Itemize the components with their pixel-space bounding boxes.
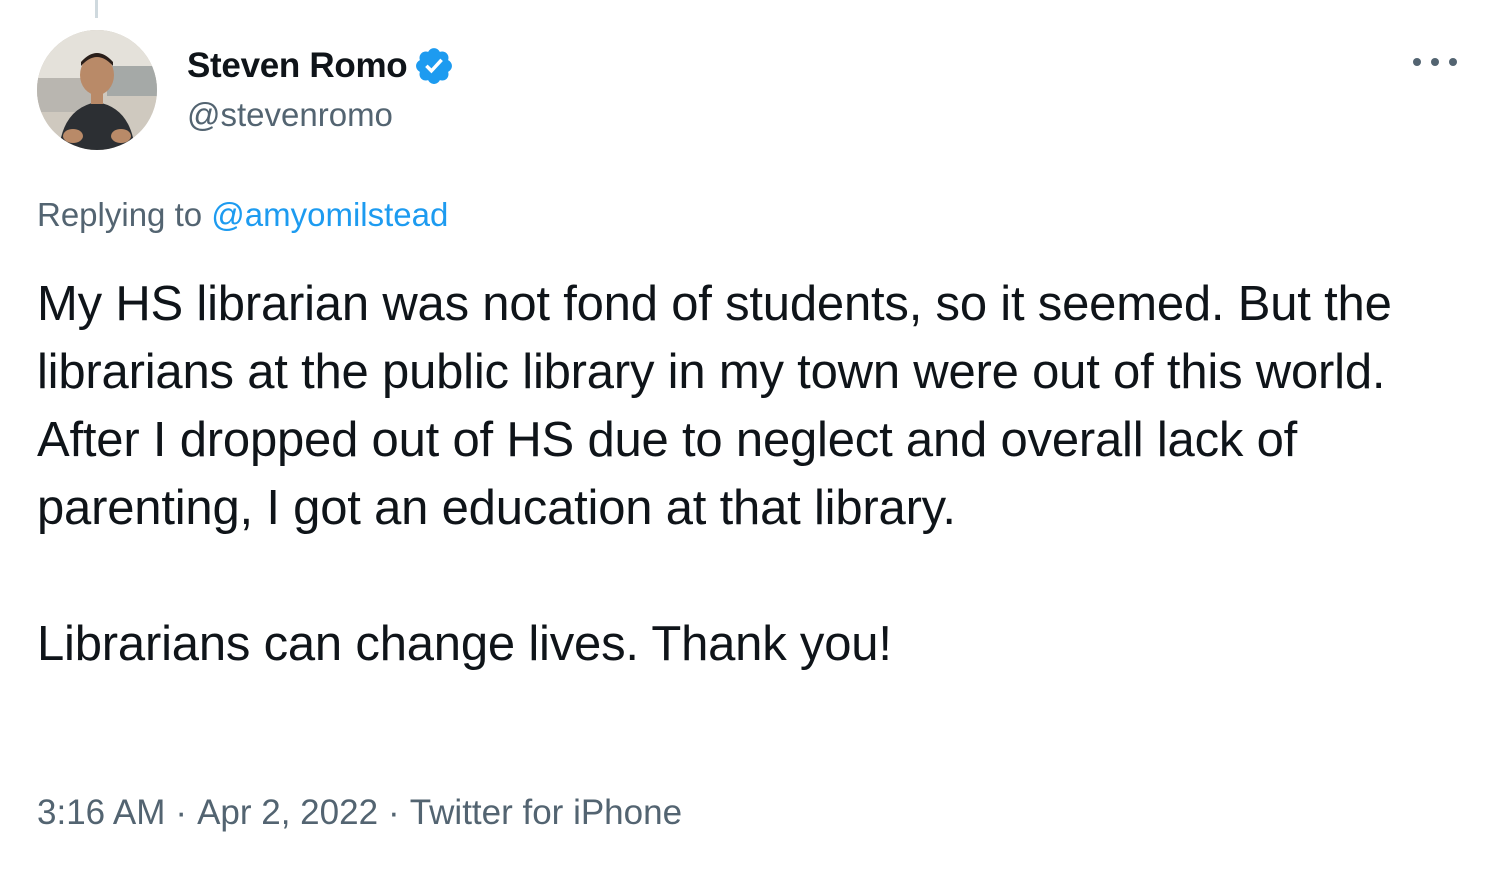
tweet-paragraph: My HS librarian was not fond of students…: [37, 277, 1392, 535]
more-horizontal-icon[interactable]: [1413, 52, 1457, 72]
tweet-text: My HS librarian was not fond of students…: [37, 270, 1477, 678]
meta-separator: ·: [175, 793, 188, 832]
tweet-time[interactable]: 3:16 AM: [37, 793, 165, 832]
thread-connector-line: [95, 0, 98, 18]
display-name-row: Steven Romo: [187, 44, 455, 88]
replying-to-line: Replying to @amyomilstead: [37, 196, 448, 234]
meta-separator: ·: [388, 793, 400, 832]
tweet-meta: 3:16 AM · Apr 2, 2022 · Twitter for iPhone: [37, 793, 682, 833]
more-dot: [1413, 58, 1421, 66]
avatar-photo: [37, 30, 157, 150]
more-dot: [1431, 58, 1439, 66]
handle[interactable]: @stevenromo: [187, 96, 455, 134]
replying-to-label: Replying to: [37, 196, 203, 233]
display-name[interactable]: Steven Romo: [187, 46, 408, 86]
tweet-paragraph: Librarians can change lives. Thank you!: [37, 617, 892, 671]
reply-mention-link[interactable]: @amyomilstead: [211, 196, 448, 233]
more-dot: [1449, 58, 1457, 66]
verified-badge-icon: [413, 45, 455, 87]
tweet-date[interactable]: Apr 2, 2022: [197, 793, 378, 832]
tweet-header: Steven Romo @stevenromo: [37, 30, 1463, 154]
tweet-source[interactable]: Twitter for iPhone: [410, 793, 682, 832]
avatar[interactable]: [37, 30, 157, 150]
author-names: Steven Romo @stevenromo: [187, 44, 455, 134]
